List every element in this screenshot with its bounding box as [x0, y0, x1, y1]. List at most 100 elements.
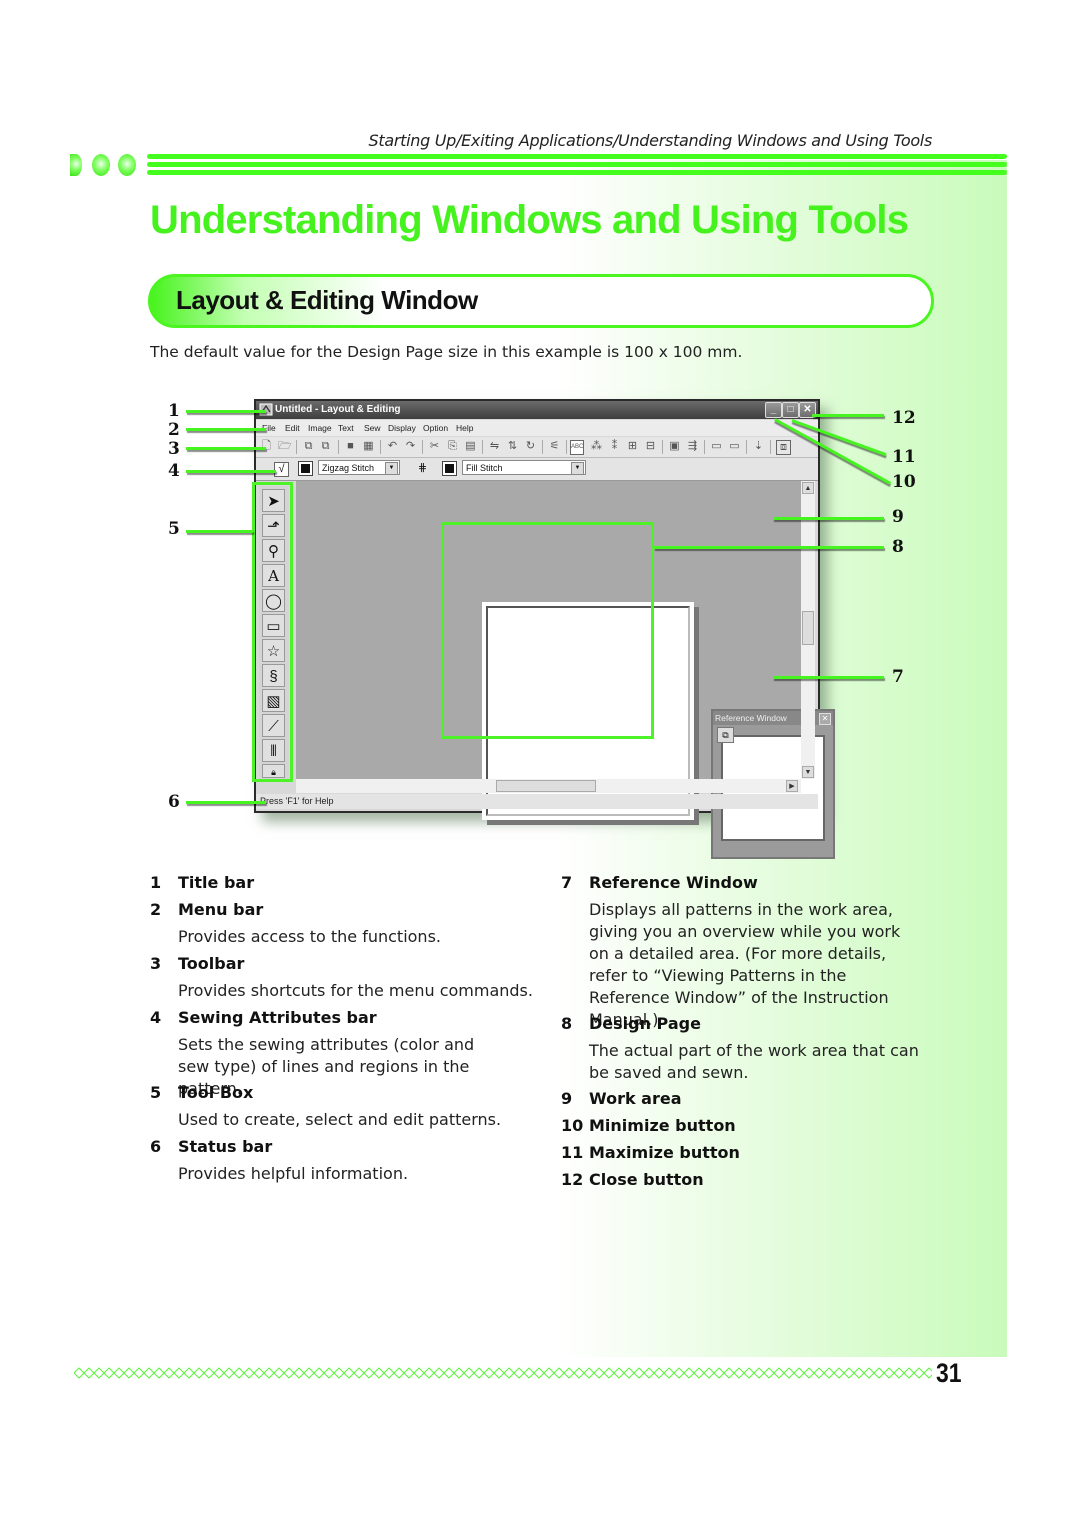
menu-image[interactable]: Image — [308, 423, 332, 433]
toolbar-separator — [770, 440, 771, 454]
vertical-scrollbar[interactable]: ▲ ▼ — [801, 481, 815, 779]
section-title: Layout & Editing Window — [176, 285, 478, 315]
save-as-icon[interactable]: ▦ — [362, 440, 375, 453]
chevron-down-icon[interactable]: ▼ — [571, 462, 584, 475]
legend-title: Status bar — [178, 1137, 273, 1156]
callout-number: 11 — [892, 447, 916, 467]
line-sew-icon[interactable]: √ — [274, 462, 289, 477]
legend-description: Provides access to the functions. — [178, 927, 441, 946]
legend-title: Toolbar — [178, 954, 245, 973]
undo-icon[interactable]: ↶ — [386, 440, 399, 453]
layout2-icon[interactable]: ⊟ — [644, 440, 657, 453]
stitch-icon[interactable]: ⁂ — [590, 440, 603, 453]
mirror-icon[interactable]: ⇋ — [488, 440, 501, 453]
menu-bar: File Edit Image Text Sew Display Option … — [256, 420, 818, 436]
toolbar: 🗋 🗁 ⧉ ⧉ ■ ▦ ↶ ↷ ✂ ⎘ ▤ ⇋ ⇅ ↻ ⚟ ABC ⁂ ⁑ ⊞ … — [256, 437, 818, 458]
toolbar-separator — [296, 440, 297, 454]
callout-number: 4 — [168, 461, 180, 481]
wand-icon[interactable]: ⚟ — [548, 440, 561, 453]
callout-line — [186, 530, 253, 533]
legend-title: Title bar — [178, 873, 255, 892]
legend-description: Provides helpful information. — [178, 1164, 409, 1183]
maximize-button[interactable]: □ — [782, 402, 799, 418]
properties-icon[interactable]: ⇣ — [752, 440, 765, 453]
legend-number: 12 — [561, 1170, 584, 1189]
callout-line — [186, 447, 266, 450]
line-color-button[interactable] — [298, 461, 313, 476]
region-color-button[interactable] — [442, 461, 457, 476]
toolbar-separator — [542, 440, 543, 454]
minimize-button[interactable]: _ — [765, 402, 782, 418]
line-sew-type-select[interactable]: Zigzag Stitch ▼ — [318, 460, 400, 475]
horizontal-scroll-thumb[interactable] — [496, 780, 596, 792]
open-icon[interactable]: 🗁 — [278, 440, 292, 453]
zoom-window-icon[interactable]: ⧉ — [717, 727, 734, 743]
redo-icon[interactable]: ↷ — [404, 440, 417, 453]
callout-number: 6 — [168, 792, 180, 812]
legend-number: 6 — [150, 1137, 162, 1156]
legend-title: Maximize button — [589, 1143, 740, 1162]
preview-icon[interactable]: ▭ — [710, 440, 723, 453]
horizontal-scrollbar[interactable]: ▶ — [296, 779, 801, 793]
scroll-up-icon[interactable]: ▲ — [802, 482, 814, 494]
window-title: Untitled - Layout & Editing — [275, 404, 401, 415]
callout-number: 10 — [892, 472, 916, 492]
header-stripes-decoration — [147, 154, 1007, 176]
legend-number: 8 — [561, 1014, 573, 1033]
region-sew-icon[interactable]: ⋕ — [416, 462, 429, 475]
reference-window-icon[interactable]: ⧈ — [776, 440, 791, 455]
cut-icon[interactable]: ✂ — [428, 440, 441, 453]
legend-number: 11 — [561, 1143, 584, 1162]
menu-sew[interactable]: Sew — [364, 423, 381, 433]
footer-zigzag-decoration — [74, 1366, 932, 1380]
callout-number: 12 — [892, 408, 916, 428]
legend-number: 9 — [561, 1089, 573, 1108]
toolbar-separator — [566, 440, 567, 454]
menu-option[interactable]: Option — [423, 423, 448, 433]
page-number: 31 — [936, 1358, 962, 1388]
callout-number: 3 — [168, 439, 180, 459]
callout-line — [773, 517, 884, 520]
menu-display[interactable]: Display — [388, 423, 416, 433]
close-icon[interactable]: ✕ — [819, 713, 831, 725]
callout-line — [186, 410, 266, 413]
scroll-down-icon[interactable]: ▼ — [802, 766, 814, 778]
menu-text[interactable]: Text — [338, 423, 354, 433]
copy-icon[interactable]: ⎘ — [446, 440, 459, 453]
toolbar-separator — [380, 440, 381, 454]
legend-description: The actual part of the work area that ca… — [589, 1041, 919, 1082]
vertical-scroll-thumb[interactable] — [802, 611, 814, 645]
scroll-right-icon[interactable]: ▶ — [786, 780, 798, 792]
menu-help[interactable]: Help — [456, 423, 473, 433]
legend-description: Displays all patterns in the work area, … — [589, 900, 901, 1029]
import-icon[interactable]: ⧉ — [302, 440, 315, 453]
page-title: Understanding Windows and Using Tools — [150, 198, 909, 242]
chevron-down-icon[interactable]: ▼ — [385, 462, 398, 475]
intro-text: The default value for the Design Page si… — [150, 343, 743, 361]
toolbar-separator — [338, 440, 339, 454]
legend-number: 1 — [150, 873, 162, 892]
callout-number: 1 — [168, 401, 180, 421]
import2-icon[interactable]: ⧉ — [319, 440, 332, 453]
callout-line — [186, 470, 276, 473]
tool-box-highlight — [252, 482, 293, 782]
legend-title: Sewing Attributes bar — [178, 1008, 377, 1027]
flip-icon[interactable]: ⇅ — [506, 440, 519, 453]
paste-icon[interactable]: ▤ — [464, 440, 477, 453]
text-abc-icon[interactable]: ABC — [570, 440, 584, 455]
legend-title: Work area — [589, 1089, 682, 1108]
status-bar: Press 'F1' for Help — [256, 794, 818, 809]
legend-number: 10 — [561, 1116, 584, 1135]
legend-title: Minimize button — [589, 1116, 736, 1135]
card-icon[interactable]: ▣ — [668, 440, 681, 453]
layout-icon[interactable]: ⊞ — [626, 440, 639, 453]
callout-line — [186, 801, 266, 804]
region-sew-type-select[interactable]: Fill Stitch ▼ — [462, 460, 586, 475]
stitch2-icon[interactable]: ⁑ — [608, 440, 621, 453]
menu-edit[interactable]: Edit — [285, 423, 300, 433]
save-icon[interactable]: ■ — [344, 440, 357, 453]
rotate-icon[interactable]: ↻ — [524, 440, 537, 453]
transfer-icon[interactable]: ⇶ — [686, 440, 699, 453]
monitor-icon[interactable]: ▭ — [728, 440, 741, 453]
legend-title: Reference Window — [589, 873, 758, 892]
